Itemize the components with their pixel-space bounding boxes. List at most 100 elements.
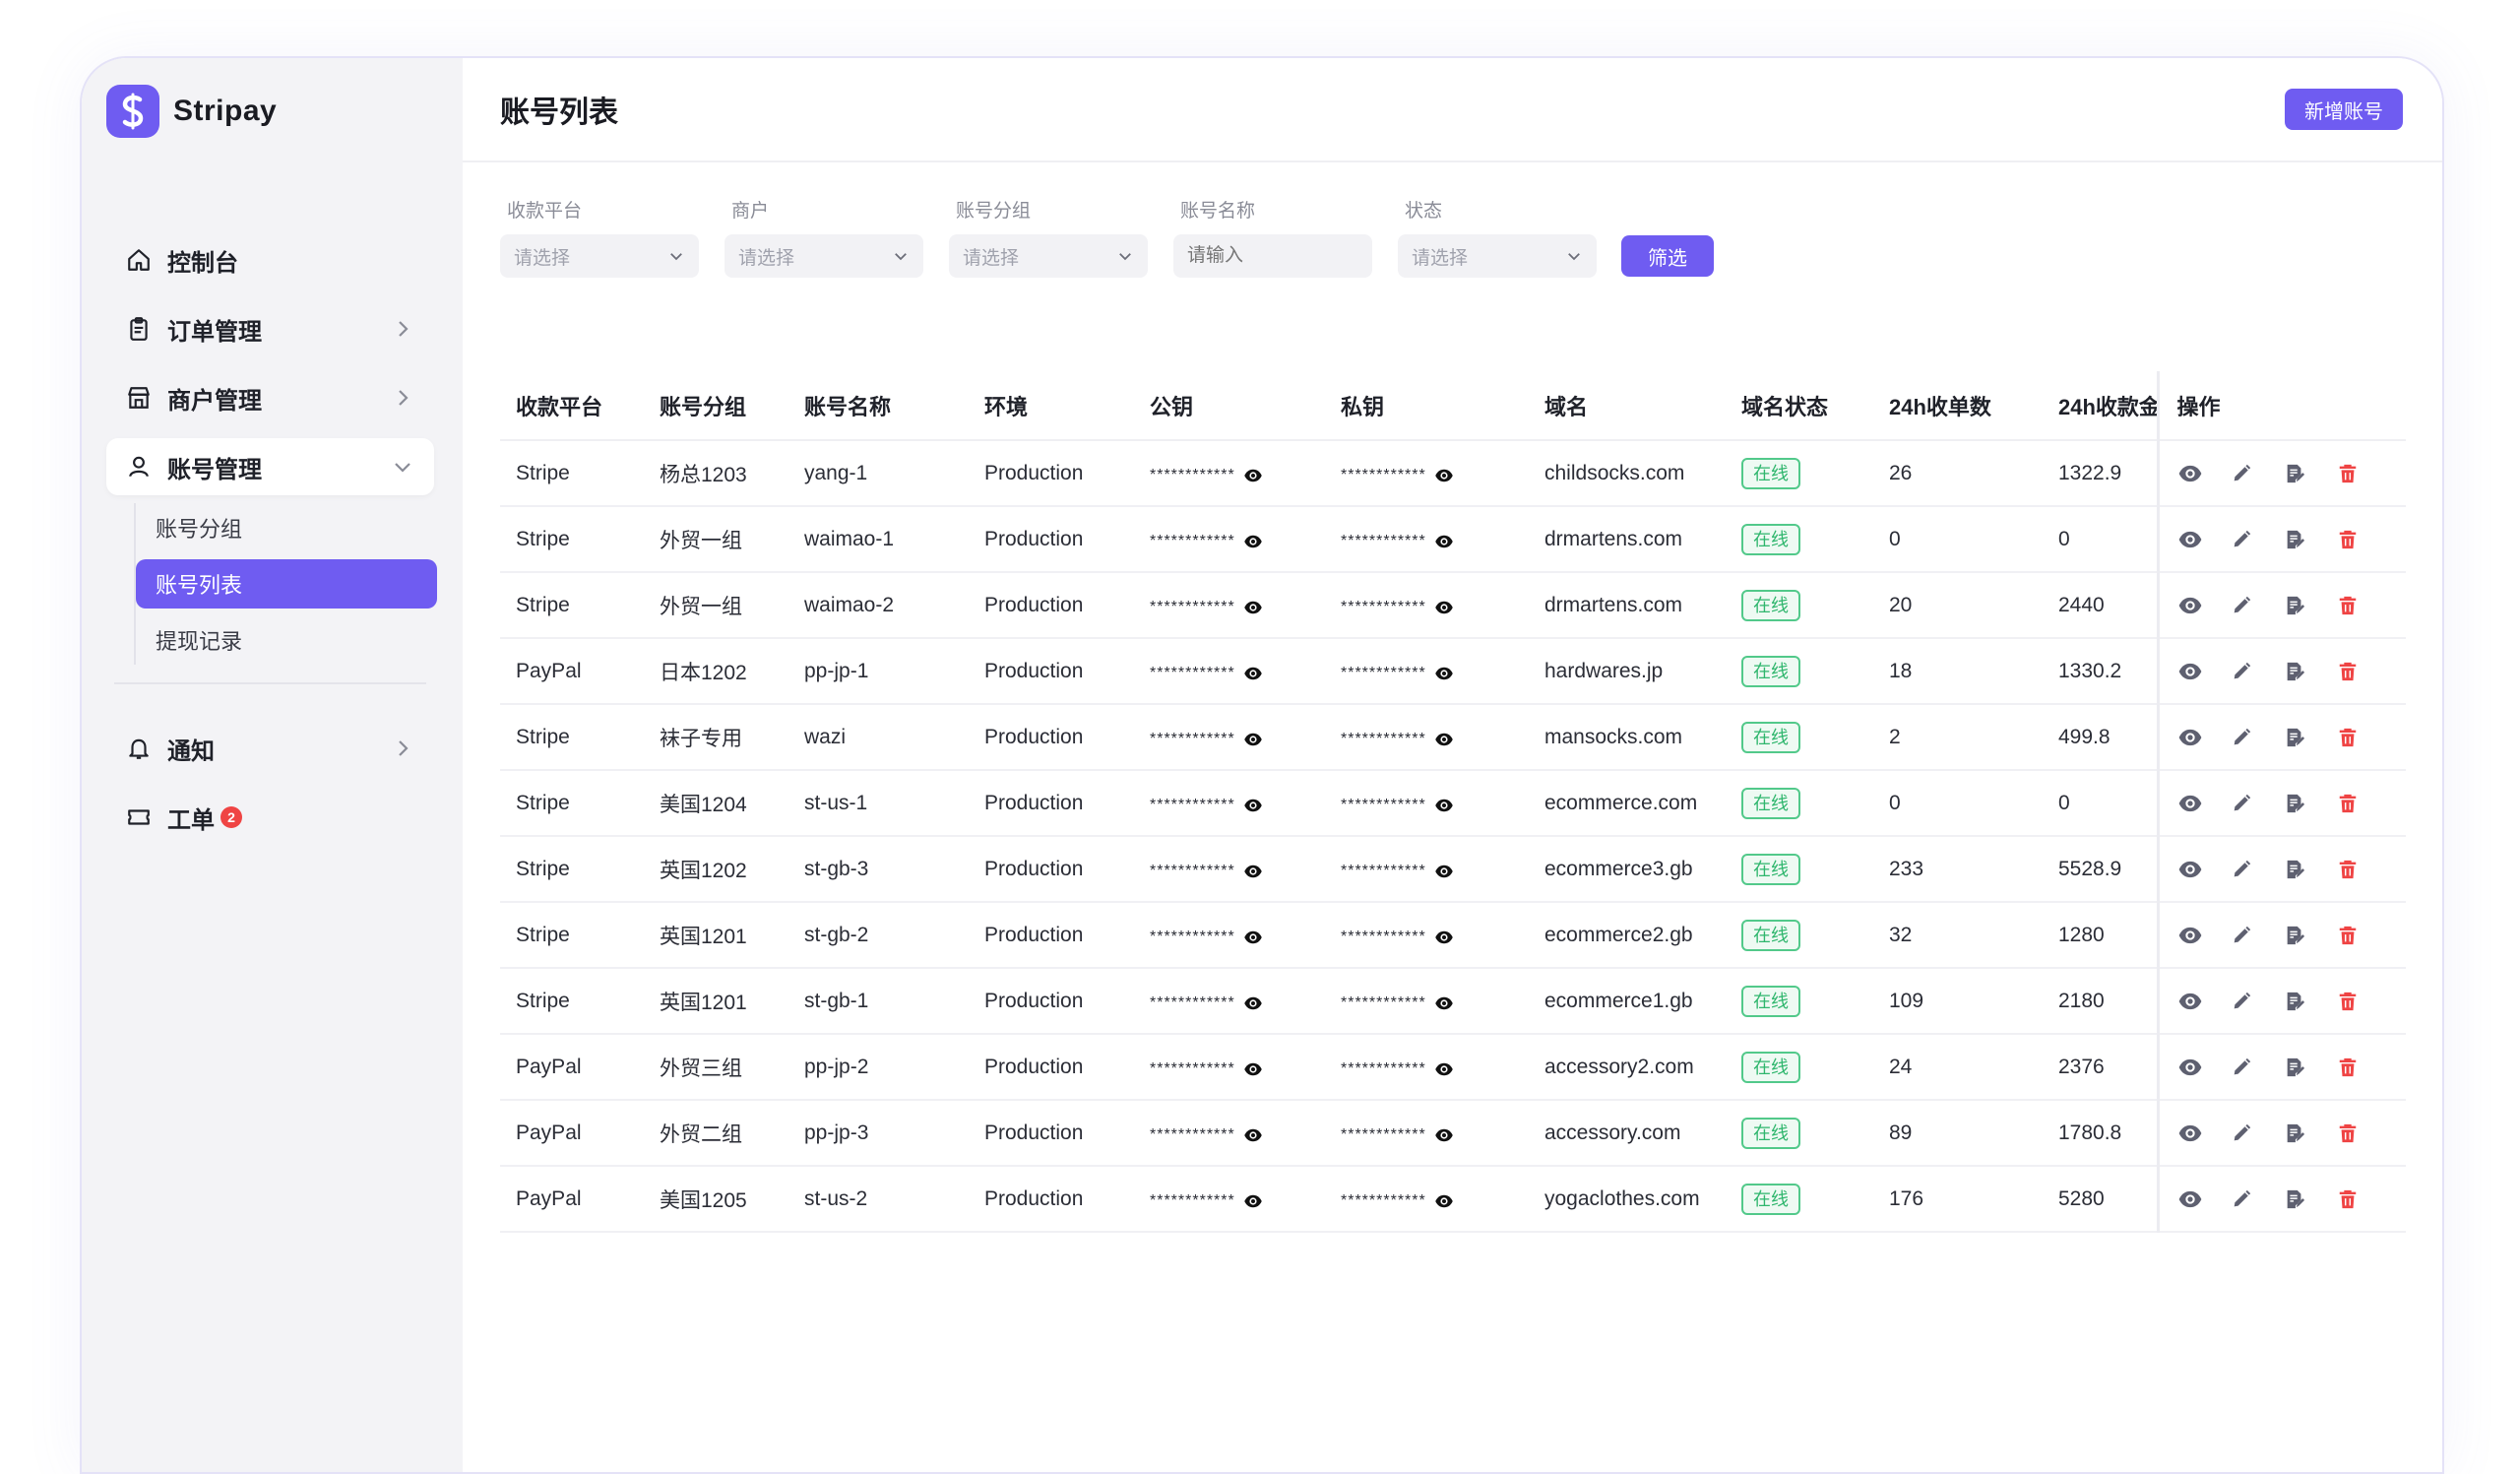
reveal-private-key-icon[interactable] — [1434, 993, 1454, 1013]
sidebar-item-tickets[interactable]: 工单 2 — [106, 789, 434, 846]
filter-button[interactable]: 筛选 — [1621, 235, 1714, 277]
reveal-private-key-icon[interactable] — [1434, 730, 1454, 749]
column-header[interactable]: 域名状态 — [1726, 371, 1873, 441]
delete-icon[interactable] — [2337, 591, 2390, 620]
view-icon[interactable] — [2177, 1053, 2231, 1082]
view-icon[interactable] — [2177, 1185, 2231, 1214]
view-icon[interactable] — [2177, 789, 2231, 818]
reveal-public-key-icon[interactable] — [1243, 796, 1263, 815]
column-header[interactable]: 24h收款金额 — [2043, 371, 2158, 441]
column-header[interactable]: 公钥 — [1134, 371, 1325, 441]
document-icon[interactable] — [2284, 525, 2337, 554]
view-icon[interactable] — [2177, 657, 2231, 686]
group-select[interactable]: 请选择 — [949, 234, 1148, 278]
reveal-private-key-icon[interactable] — [1434, 862, 1454, 881]
reveal-public-key-icon[interactable] — [1243, 532, 1263, 551]
reveal-private-key-icon[interactable] — [1434, 928, 1454, 947]
document-icon[interactable] — [2284, 657, 2337, 686]
column-header[interactable]: 账号分组 — [644, 371, 788, 441]
delete-icon[interactable] — [2337, 1053, 2390, 1082]
document-icon[interactable] — [2284, 591, 2337, 620]
document-icon[interactable] — [2284, 921, 2337, 950]
view-icon[interactable] — [2177, 591, 2231, 620]
document-icon[interactable] — [2284, 723, 2337, 752]
status-select[interactable]: 请选择 — [1398, 234, 1597, 278]
document-icon[interactable] — [2284, 855, 2337, 884]
reveal-public-key-icon[interactable] — [1243, 1125, 1263, 1145]
document-icon[interactable] — [2284, 1185, 2337, 1214]
reveal-private-key-icon[interactable] — [1434, 796, 1454, 815]
reveal-public-key-icon[interactable] — [1243, 730, 1263, 749]
edit-icon[interactable] — [2231, 1119, 2284, 1148]
document-icon[interactable] — [2284, 789, 2337, 818]
delete-icon[interactable] — [2337, 525, 2390, 554]
delete-icon[interactable] — [2337, 657, 2390, 686]
merchant-select[interactable]: 请选择 — [724, 234, 923, 278]
account-name-input[interactable] — [1187, 245, 1358, 267]
delete-icon[interactable] — [2337, 987, 2390, 1016]
edit-icon[interactable] — [2231, 921, 2284, 950]
sidebar-item-notifications[interactable]: 通知 — [106, 720, 434, 777]
sidebar-subitem-withdrawals[interactable]: 提现记录 — [136, 615, 437, 665]
delete-icon[interactable] — [2337, 1119, 2390, 1148]
edit-icon[interactable] — [2231, 657, 2284, 686]
sidebar-item-dashboard[interactable]: 控制台 — [106, 231, 434, 288]
view-icon[interactable] — [2177, 987, 2231, 1016]
reveal-private-key-icon[interactable] — [1434, 1191, 1454, 1211]
document-icon[interactable] — [2284, 987, 2337, 1016]
sidebar-subitem-account-list[interactable]: 账号列表 — [136, 559, 437, 609]
reveal-private-key-icon[interactable] — [1434, 1125, 1454, 1145]
edit-icon[interactable] — [2231, 1185, 2284, 1214]
add-account-button[interactable]: 新增账号 — [2285, 89, 2403, 130]
reveal-public-key-icon[interactable] — [1243, 664, 1263, 683]
column-header[interactable]: 私钥 — [1325, 371, 1529, 441]
edit-icon[interactable] — [2231, 855, 2284, 884]
view-icon[interactable] — [2177, 855, 2231, 884]
edit-icon[interactable] — [2231, 987, 2284, 1016]
reveal-public-key-icon[interactable] — [1243, 993, 1263, 1013]
edit-icon[interactable] — [2231, 1053, 2284, 1082]
delete-icon[interactable] — [2337, 1185, 2390, 1214]
brand[interactable]: Stripay — [106, 85, 277, 138]
sidebar-subitem-account-groups[interactable]: 账号分组 — [136, 503, 437, 552]
column-header[interactable]: 账号名称 — [788, 371, 969, 441]
edit-icon[interactable] — [2231, 723, 2284, 752]
reveal-public-key-icon[interactable] — [1243, 1191, 1263, 1211]
delete-icon[interactable] — [2337, 723, 2390, 752]
view-icon[interactable] — [2177, 459, 2231, 488]
delete-icon[interactable] — [2337, 459, 2390, 488]
view-icon[interactable] — [2177, 1119, 2231, 1148]
delete-icon[interactable] — [2337, 855, 2390, 884]
view-icon[interactable] — [2177, 525, 2231, 554]
document-icon[interactable] — [2284, 459, 2337, 488]
edit-icon[interactable] — [2231, 591, 2284, 620]
reveal-public-key-icon[interactable] — [1243, 1059, 1263, 1079]
sidebar-item-orders[interactable]: 订单管理 — [106, 300, 434, 357]
column-header[interactable]: 环境 — [969, 371, 1134, 441]
reveal-private-key-icon[interactable] — [1434, 532, 1454, 551]
edit-icon[interactable] — [2231, 459, 2284, 488]
reveal-public-key-icon[interactable] — [1243, 598, 1263, 617]
document-icon[interactable] — [2284, 1119, 2337, 1148]
delete-icon[interactable] — [2337, 921, 2390, 950]
column-header[interactable]: 24h收单数 — [1873, 371, 2043, 441]
document-icon[interactable] — [2284, 1053, 2337, 1082]
view-icon[interactable] — [2177, 921, 2231, 950]
view-icon[interactable] — [2177, 723, 2231, 752]
sidebar-item-accounts[interactable]: 账号管理 — [106, 438, 434, 495]
platform-select[interactable]: 请选择 — [500, 234, 699, 278]
edit-icon[interactable] — [2231, 789, 2284, 818]
sidebar-item-merchants[interactable]: 商户管理 — [106, 369, 434, 426]
reveal-private-key-icon[interactable] — [1434, 598, 1454, 617]
reveal-public-key-icon[interactable] — [1243, 862, 1263, 881]
edit-icon[interactable] — [2231, 525, 2284, 554]
reveal-public-key-icon[interactable] — [1243, 928, 1263, 947]
reveal-private-key-icon[interactable] — [1434, 1059, 1454, 1079]
delete-icon[interactable] — [2337, 789, 2390, 818]
account-name-field[interactable] — [1173, 234, 1372, 278]
column-header[interactable]: 域名 — [1529, 371, 1726, 441]
column-header[interactable]: 收款平台 — [500, 371, 644, 441]
reveal-private-key-icon[interactable] — [1434, 664, 1454, 683]
reveal-public-key-icon[interactable] — [1243, 466, 1263, 485]
reveal-private-key-icon[interactable] — [1434, 466, 1454, 485]
